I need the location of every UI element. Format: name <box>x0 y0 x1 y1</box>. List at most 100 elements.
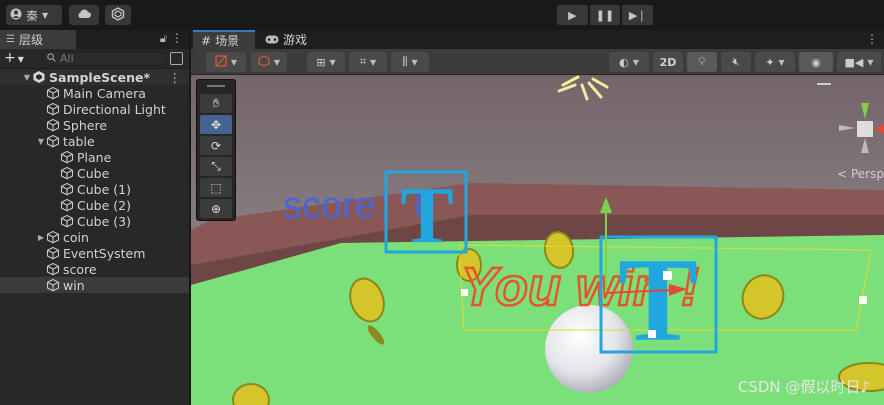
orientation-dropdown[interactable]: ◐ ▼ <box>609 52 649 72</box>
move-icon: ✥ <box>210 117 222 132</box>
audio-toggle[interactable]: 🔇︎ <box>721 52 751 72</box>
camera-dropdown[interactable]: ■◀ ▼ <box>837 52 881 72</box>
tools-overlay: ✋︎ ✥ ⟳ ⤡ ⬚ ⊕ <box>196 79 236 221</box>
grid-icon: # <box>201 33 212 48</box>
scene-tabbar: # 场景 游戏 ⋮ <box>191 30 884 49</box>
pause-button[interactable]: ❚❚ <box>589 5 621 25</box>
increment-snap-dropdown[interactable]: ⌗ ▼ <box>349 52 387 72</box>
cloud-icon <box>76 8 92 22</box>
scene-viewport[interactable]: score：0 T You win ! T ✋︎ ✥ ⟳ ⤡ ⬚ ⊕ < Per… <box>191 75 884 405</box>
gameobject-icon <box>46 246 60 260</box>
rect-tool-button[interactable]: ⬚ <box>200 178 232 197</box>
collab-button[interactable] <box>105 5 131 25</box>
hierarchy-item-label: coin <box>63 229 89 245</box>
hierarchy-item[interactable]: Main Camera <box>0 85 189 101</box>
kebab-menu-icon[interactable]: ⋮ <box>169 70 182 85</box>
hierarchy-item-label: Main Camera <box>63 85 146 101</box>
step-button[interactable]: ▶❘ <box>622 5 654 25</box>
hierarchy-tabbar: ☰ 层级 🔓︎ ⋮ <box>0 30 189 49</box>
hierarchy-item[interactable]: Cube (3) <box>0 213 189 229</box>
collab-icon <box>111 6 125 24</box>
hierarchy-item[interactable]: ▼ table <box>0 133 189 149</box>
scene-render: score：0 T You win ! T <box>191 75 884 405</box>
grid-snap-dropdown[interactable]: ⊞ ▼ <box>307 52 345 72</box>
grid-icon: ⊞ <box>316 55 326 69</box>
gamepad-icon <box>265 33 279 47</box>
hierarchy-item[interactable]: Plane <box>0 149 189 165</box>
rect-handle[interactable] <box>648 330 656 338</box>
filter-icon[interactable] <box>170 52 183 65</box>
scale-tool-button[interactable]: ⤡ <box>200 157 232 176</box>
play-icon: ▶ <box>568 8 577 22</box>
chevron-down-icon: ▼ <box>867 57 874 67</box>
gameobject-icon <box>46 118 60 132</box>
move-tool-button[interactable]: ✥ <box>200 115 232 134</box>
hierarchy-item[interactable]: EventSystem <box>0 245 189 261</box>
draw-mode-dropdown[interactable]: ▼ <box>206 52 246 72</box>
unity-scene-icon <box>32 70 46 84</box>
transform-icon: ⊕ <box>210 201 222 216</box>
expand-arrow-icon[interactable]: ▼ <box>36 137 46 146</box>
hierarchy-item-label: Plane <box>77 149 112 165</box>
gameobject-icon <box>46 278 60 292</box>
tab-game[interactable]: 游戏 <box>257 30 317 49</box>
gameobject-icon <box>60 150 74 164</box>
hierarchy-item-label: Directional Light <box>63 101 166 117</box>
account-button[interactable]: 秦 ▼ <box>6 5 62 25</box>
hierarchy-item[interactable]: Directional Light <box>0 101 189 117</box>
gameobject-icon <box>60 166 74 180</box>
hierarchy-item[interactable]: Sphere <box>0 117 189 133</box>
hierarchy-search <box>42 51 166 66</box>
kebab-menu-icon[interactable]: ⋮ <box>866 32 878 46</box>
chevron-down-icon: ▼ <box>329 57 336 67</box>
tab-scene-label: 场景 <box>215 34 240 48</box>
persp-label[interactable]: < Persp <box>837 167 884 181</box>
gameobject-icon <box>46 134 60 148</box>
hierarchy-item[interactable]: Cube (2) <box>0 197 189 213</box>
kebab-menu-icon[interactable]: ⋮ <box>171 31 183 45</box>
hierarchy-scene-row[interactable]: ▼ SampleScene* ⋮ <box>0 69 189 85</box>
add-button[interactable]: + ▼ <box>4 50 24 66</box>
hierarchy-panel: ☰ 层级 🔓︎ ⋮ +▼ ▼ SampleScene* ⋮ Main CameraDi… <box>0 30 190 405</box>
ruler-icon: ⫼ <box>402 55 408 68</box>
lock-icon[interactable]: 🔓︎ <box>160 32 167 46</box>
shading-dropdown[interactable]: ▼ <box>251 52 287 72</box>
expand-arrow-icon[interactable]: ▼ <box>22 73 32 82</box>
rect-handle[interactable] <box>663 271 672 280</box>
gameobject-icon <box>46 262 60 276</box>
hierarchy-item[interactable]: score <box>0 261 189 277</box>
rect-handle[interactable] <box>461 289 468 296</box>
hierarchy-item[interactable]: Cube (1) <box>0 181 189 197</box>
tab-scene[interactable]: # 场景 <box>193 30 255 49</box>
snap-icon: ⌗ <box>359 55 367 68</box>
hierarchy-item-label: Cube (1) <box>77 181 131 197</box>
hierarchy-item[interactable]: Cube <box>0 165 189 181</box>
hierarchy-item-label: win <box>63 277 85 293</box>
search-input[interactable] <box>60 52 150 65</box>
hierarchy-item-label: EventSystem <box>63 245 146 261</box>
drag-handle[interactable] <box>197 80 235 92</box>
toggle-2d-button[interactable]: 2D <box>653 52 683 72</box>
account-label: 秦 <box>26 8 39 23</box>
lighting-toggle[interactable]: 💡︎ <box>687 52 717 72</box>
ruler-dropdown[interactable]: ⫼ ▼ <box>391 52 429 72</box>
camera-icon: ■◀ <box>844 55 864 69</box>
hierarchy-item-label: Cube <box>77 165 110 181</box>
play-button[interactable]: ▶ <box>557 5 588 25</box>
rotate-tool-button[interactable]: ⟳ <box>200 136 232 155</box>
cloud-button[interactable] <box>69 5 99 25</box>
rect-handle[interactable] <box>859 296 867 304</box>
unity-editor: 秦 ▼ ▶ ❚❚ ▶❘ ☰ 层级 🔓︎ ⋮ + ▼ All ▼ SampleSc… <box>0 0 884 405</box>
hierarchy-item[interactable]: win <box>0 277 189 293</box>
tab-hierarchy[interactable]: ☰ 层级 <box>0 30 76 49</box>
chevron-down-icon: ▼ <box>778 57 785 67</box>
collapse-arrow-icon[interactable]: ▶ <box>36 233 46 242</box>
effects-dropdown[interactable]: ✦ ▼ <box>755 52 795 72</box>
visibility-toggle[interactable]: ◉ <box>799 52 833 72</box>
view-tool-button[interactable]: ✋︎ <box>200 94 232 113</box>
top-toolbar: 秦 ▼ ▶ ❚❚ ▶❘ <box>0 0 884 30</box>
hierarchy-item[interactable]: ▶ coin <box>0 229 189 245</box>
chevron-down-icon: ▼ <box>370 57 377 67</box>
transform-tool-button[interactable]: ⊕ <box>200 199 232 218</box>
hand-icon: ✋︎ <box>212 96 220 110</box>
